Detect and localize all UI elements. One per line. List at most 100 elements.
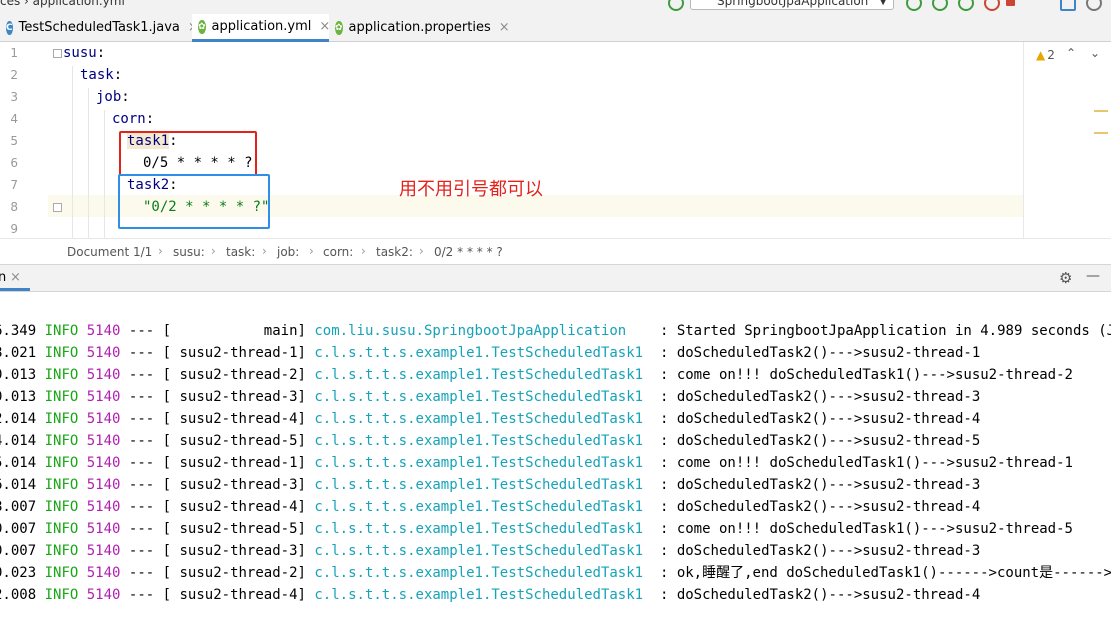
log-message: : doScheduledTask2()--->susu2-thread-3 xyxy=(651,389,981,405)
indent-guide xyxy=(88,88,89,238)
log-thread: [ susu2-thread-3] xyxy=(162,389,306,405)
error-stripe-mark[interactable] xyxy=(1094,132,1108,134)
breadcrumb-item[interactable]: corn: xyxy=(323,245,353,259)
tab-testscheduledtask1-java[interactable]: C TestScheduledTask1.java × xyxy=(0,14,199,41)
tab-label: application.properties xyxy=(348,20,491,35)
log-separator: --- xyxy=(128,411,155,427)
breadcrumb-item[interactable]: task2: xyxy=(376,245,413,259)
annotation-note: 用不用引号都可以 xyxy=(399,179,543,200)
log-timestamp: 0.007 xyxy=(0,521,37,537)
log-timestamp: 0.007 xyxy=(0,543,37,559)
run-tool-window-header: n × ⚙ — xyxy=(0,264,1111,292)
log-logger: c.l.s.t.t.s.example1.TestScheduledTask1 xyxy=(314,543,652,559)
coverage-icon[interactable] xyxy=(958,0,974,11)
chevron-up-icon[interactable]: ⌃ xyxy=(1066,46,1076,60)
log-pid: 5140 xyxy=(86,433,121,449)
gear-icon[interactable]: ⚙ xyxy=(1059,269,1072,287)
log-message: : Started SpringbootJpaApplication in 4.… xyxy=(651,323,1111,339)
log-pid: 5140 xyxy=(86,543,121,559)
log-thread: [ susu2-thread-5] xyxy=(162,521,306,537)
log-pid: 5140 xyxy=(86,455,121,471)
breadcrumb-separator: › xyxy=(309,244,314,258)
tab-label: application.yml xyxy=(211,19,312,34)
breadcrumb-item[interactable]: task: xyxy=(226,245,255,259)
breadcrumb-separator: › xyxy=(211,244,216,258)
yaml-colon: : xyxy=(145,111,155,127)
log-message: : doScheduledTask2()--->susu2-thread-3 xyxy=(651,543,981,559)
tab-application-properties[interactable]: ✿ application.properties × xyxy=(329,14,510,41)
inspection-widget[interactable]: ▲ 2 xyxy=(1036,48,1055,62)
warning-icon: ▲ xyxy=(1036,48,1046,62)
log-timestamp: 8.007 xyxy=(0,499,37,515)
project-structure-icon[interactable] xyxy=(1060,0,1076,11)
log-level: INFO xyxy=(44,323,79,339)
line-number: 6 xyxy=(10,156,18,170)
breadcrumb-item[interactable]: susu: xyxy=(173,245,205,259)
log-pid: 5140 xyxy=(86,323,121,339)
log-separator: --- xyxy=(128,587,155,603)
log-logger: c.l.s.t.t.s.example1.TestScheduledTask1 xyxy=(314,565,652,581)
log-logger: c.l.s.t.t.s.example1.TestScheduledTask1 xyxy=(314,499,652,515)
run-configuration-select[interactable]: SpringbootJpaApplication ▼ xyxy=(690,0,894,10)
fold-marker-icon[interactable] xyxy=(53,203,62,212)
search-everywhere-icon[interactable] xyxy=(1086,0,1102,11)
spring-leaf-icon: ✿ xyxy=(335,20,343,35)
log-message: : come on!!! doScheduledTask1()--->susu2… xyxy=(651,455,1073,471)
log-timestamp: 5.014 xyxy=(0,455,37,471)
run-console-output[interactable]: 6.349 INFO 5140 --- [ main] com.liu.susu… xyxy=(0,292,1111,633)
breadcrumb-separator: › xyxy=(158,244,163,258)
log-logger: c.l.s.t.t.s.example1.TestScheduledTask1 xyxy=(314,521,652,537)
log-logger: c.l.s.t.t.s.example1.TestScheduledTask1 xyxy=(314,477,652,493)
tab-run[interactable]: n × xyxy=(0,265,30,291)
log-pid: 5140 xyxy=(86,367,121,383)
fold-marker-icon[interactable] xyxy=(53,49,62,58)
log-separator: --- xyxy=(128,565,155,581)
code-editor[interactable]: 1 2 3 4 5 6 7 8 9 susu: task: job: corn:… xyxy=(0,42,1111,238)
yaml-key: susu xyxy=(63,45,97,61)
log-level: INFO xyxy=(44,367,79,383)
line-number: 1 xyxy=(10,46,18,60)
log-timestamp: 6.014 xyxy=(0,477,37,493)
line-number: 8 xyxy=(10,200,18,214)
log-separator: --- xyxy=(128,477,155,493)
code-line-2: task: xyxy=(80,67,122,83)
minimize-icon[interactable]: — xyxy=(1086,268,1100,284)
editor-tab-bar: C TestScheduledTask1.java × ✿ applicatio… xyxy=(0,14,1111,42)
code-line-3: job: xyxy=(96,89,130,105)
profile-icon[interactable] xyxy=(984,0,1000,11)
nav-breadcrumb[interactable]: ces › application.yml xyxy=(0,0,125,8)
console-line: 2.008 INFO 5140 --- [ susu2-thread-4] c.… xyxy=(0,584,980,606)
log-logger: com.liu.susu.SpringbootJpaApplication xyxy=(314,323,652,339)
console-line: 6.349 INFO 5140 --- [ main] com.liu.susu… xyxy=(0,320,1111,342)
breadcrumb-item[interactable]: job: xyxy=(277,245,299,259)
error-stripe-mark[interactable] xyxy=(1094,110,1108,112)
console-line: 2.014 INFO 5140 --- [ susu2-thread-4] c.… xyxy=(0,408,980,430)
breadcrumb-item[interactable]: 0/2 * * * * ? xyxy=(434,245,503,259)
close-icon[interactable]: × xyxy=(499,20,510,35)
line-number: 5 xyxy=(10,134,18,148)
console-line: 8.021 INFO 5140 --- [ susu2-thread-1] c.… xyxy=(0,342,980,364)
log-message: : doScheduledTask2()--->susu2-thread-4 xyxy=(651,587,981,603)
log-timestamp: 0.013 xyxy=(0,367,37,383)
stop-icon[interactable] xyxy=(1006,0,1015,6)
yaml-colon: : xyxy=(113,67,123,83)
run-icon[interactable] xyxy=(906,0,922,11)
log-pid: 5140 xyxy=(86,345,121,361)
log-level: INFO xyxy=(44,543,79,559)
console-line: 0.007 INFO 5140 --- [ susu2-thread-5] c.… xyxy=(0,518,1073,540)
log-timestamp: 6.349 xyxy=(0,323,37,339)
chevron-down-icon: ▼ xyxy=(879,0,887,7)
debug-icon[interactable] xyxy=(932,0,948,11)
log-message: : doScheduledTask2()--->susu2-thread-3 xyxy=(651,477,981,493)
close-icon[interactable]: × xyxy=(10,265,21,291)
log-thread: [ susu2-thread-1] xyxy=(162,455,306,471)
build-icon[interactable] xyxy=(668,0,684,11)
yaml-key: corn xyxy=(112,111,146,127)
log-level: INFO xyxy=(44,521,79,537)
spring-leaf-icon: ✿ xyxy=(198,19,206,34)
log-pid: 5140 xyxy=(86,411,121,427)
run-tab-label: n xyxy=(0,270,7,285)
log-separator: --- xyxy=(128,367,155,383)
tab-application-yml[interactable]: ✿ application.yml × xyxy=(192,14,330,42)
chevron-down-icon[interactable]: ⌄ xyxy=(1090,46,1100,60)
